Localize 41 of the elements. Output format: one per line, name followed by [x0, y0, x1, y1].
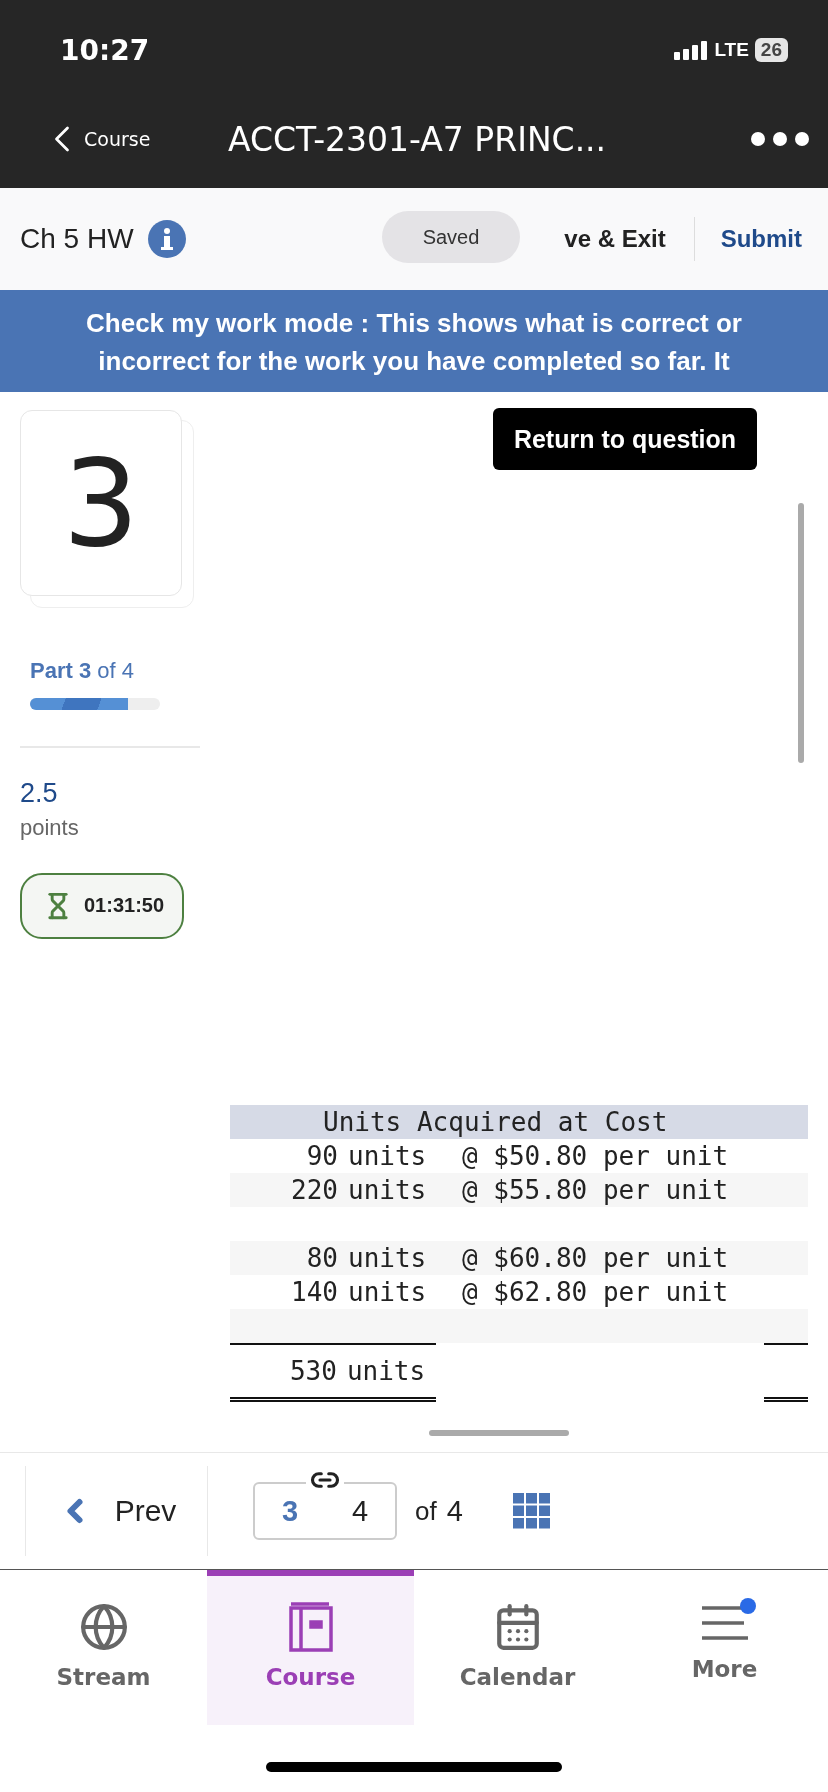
- grid-icon[interactable]: [512, 1493, 551, 1529]
- save-exit-button[interactable]: ve & Exit: [564, 217, 695, 261]
- timer: 01:31:50: [20, 872, 184, 939]
- of-label: of: [415, 1495, 437, 1527]
- cost-cell-text: @ $55.80 per unit: [462, 1174, 729, 1207]
- table-header: Units Acquired at Cost: [230, 1105, 808, 1139]
- quantity-cell-text: 140: [290, 1276, 338, 1309]
- mode-banner: Check my work mode : This shows what is correct or incorrect for the work you have completed so far. It: [0, 290, 828, 392]
- submit-button[interactable]: Submit: [694, 225, 808, 253]
- prev-button[interactable]: Prev: [25, 1466, 208, 1556]
- quantity-cell-text: 80: [305, 1242, 338, 1275]
- globe-icon: [78, 1602, 129, 1652]
- unit-cell-text: units: [348, 1174, 428, 1207]
- unit-cell-text: units: [346, 1356, 427, 1386]
- return-button[interactable]: Return to question: [493, 408, 757, 470]
- cost-cell-text: @ $50.80 per unit: [462, 1140, 729, 1173]
- signal-icon: [674, 40, 709, 60]
- part-label: Part 3 of 4: [30, 658, 135, 684]
- book-icon: [288, 1602, 333, 1652]
- tab-item[interactable]: Course: [207, 1570, 414, 1725]
- assignment-title: Ch 5 HW: [20, 223, 134, 255]
- back-button[interactable]: Course: [40, 117, 228, 161]
- status-time: 10:27: [60, 33, 150, 67]
- network-label: LTE: [714, 39, 749, 61]
- cost-cell-text: @ $62.80 per unit: [462, 1276, 729, 1309]
- unit-cell-text: units: [348, 1140, 428, 1173]
- more-icon[interactable]: [750, 131, 810, 147]
- unit-cell-text: units: [348, 1242, 428, 1275]
- saved-toast: Saved: [382, 211, 520, 263]
- info-icon[interactable]: [147, 220, 186, 258]
- cost-cell-text: @ $60.80 per unit: [462, 1242, 729, 1275]
- course-title: ACCT-2301-A7 PRINC...: [228, 119, 608, 159]
- total-pages: 4: [446, 1494, 463, 1528]
- quantity-cell-text: 220: [290, 1174, 338, 1207]
- unit-cell-text: units: [348, 1276, 428, 1309]
- battery-level: 26: [754, 38, 788, 62]
- points-label: points: [20, 814, 80, 841]
- question-number: 3: [20, 410, 182, 596]
- quantity-cell-text: 530: [288, 1356, 337, 1386]
- quantity-cell-text: 90: [305, 1140, 338, 1173]
- points-value: 2.5: [20, 777, 59, 809]
